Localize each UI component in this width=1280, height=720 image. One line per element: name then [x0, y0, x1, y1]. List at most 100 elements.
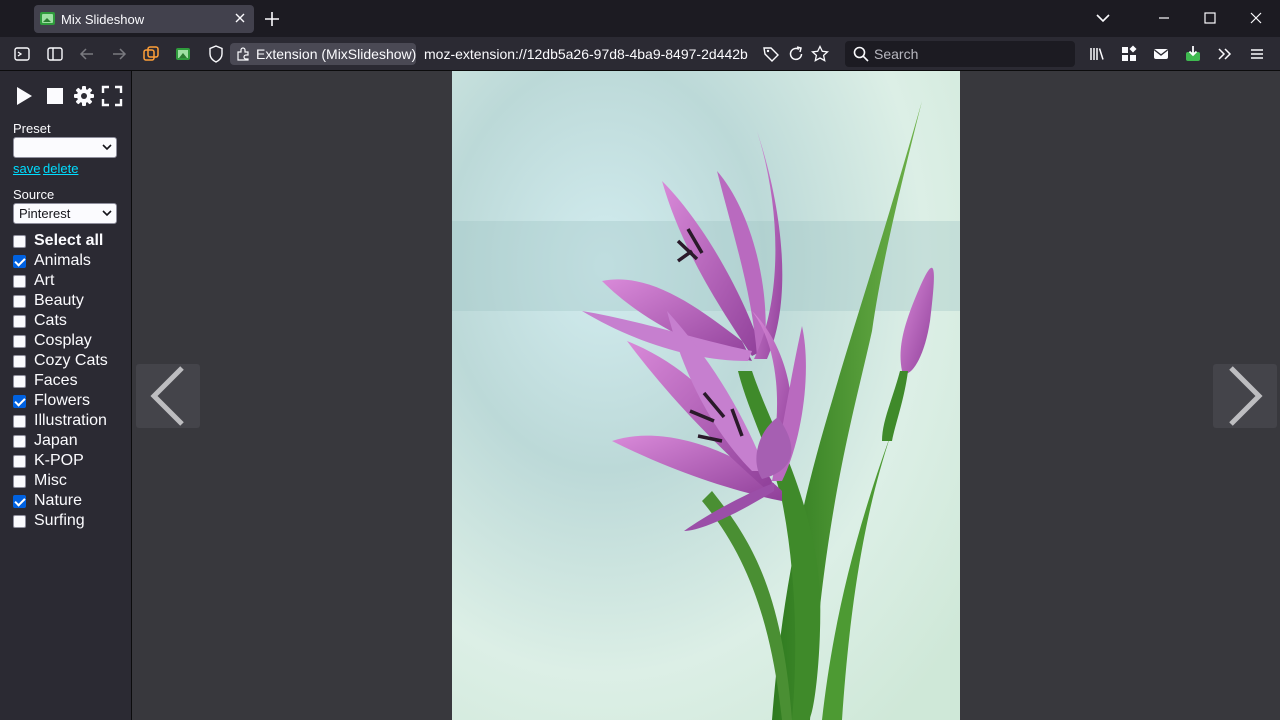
source-select[interactable]: Pinterest	[13, 203, 117, 224]
search-box[interactable]: Search	[845, 41, 1075, 67]
tab-strip: Mix Slideshow	[0, 0, 1280, 37]
category-row[interactable]: Beauty	[13, 291, 131, 311]
slideshow-extension-icon[interactable]	[173, 44, 193, 64]
bookmark-star-icon[interactable]	[810, 44, 830, 64]
new-tab-icon[interactable]	[262, 9, 282, 29]
category-label: Cozy Cats	[34, 352, 108, 369]
chevron-left-icon	[150, 366, 184, 426]
stop-icon[interactable]	[44, 85, 66, 107]
category-row[interactable]: Faces	[13, 371, 131, 391]
preset-label: Preset	[13, 121, 51, 136]
category-checkbox[interactable]	[13, 374, 26, 388]
chevron-down-icon	[102, 144, 112, 151]
source-label: Source	[13, 187, 55, 202]
category-checkbox[interactable]	[13, 354, 26, 368]
category-label: Nature	[34, 492, 83, 509]
tab-mix-slideshow[interactable]: Mix Slideshow	[34, 5, 254, 33]
tag-icon[interactable]	[761, 44, 781, 64]
play-icon[interactable]	[13, 85, 35, 107]
category-label: Beauty	[34, 292, 84, 309]
slideshow-icon	[40, 12, 55, 25]
category-label: Misc	[34, 472, 67, 489]
maximize-icon[interactable]	[1200, 8, 1220, 28]
flower-image	[452, 71, 960, 720]
category-checkbox[interactable]	[13, 394, 26, 408]
category-checkbox[interactable]	[13, 294, 26, 308]
chevron-right-icon	[1229, 366, 1263, 426]
category-label: Cats	[34, 312, 67, 329]
category-checkbox[interactable]	[13, 274, 26, 288]
forward-icon[interactable]	[109, 44, 129, 64]
reader-panel-icon[interactable]	[45, 44, 65, 64]
category-row[interactable]: Illustration	[13, 411, 131, 431]
close-window-icon[interactable]	[1246, 8, 1266, 28]
gear-icon[interactable]	[73, 85, 95, 107]
chevron-down-icon[interactable]	[1093, 8, 1113, 28]
tab-title: Mix Slideshow	[61, 12, 145, 27]
overflow-chevrons-icon[interactable]	[1215, 44, 1235, 64]
category-checkbox[interactable]	[13, 414, 26, 428]
minimize-icon[interactable]	[1154, 8, 1174, 28]
category-row[interactable]: Art	[13, 271, 131, 291]
back-icon[interactable]	[77, 44, 97, 64]
category-row[interactable]: Cosplay	[13, 331, 131, 351]
category-row[interactable]: Surfing	[13, 511, 131, 531]
category-row[interactable]: Flowers	[13, 391, 131, 411]
hamburger-menu-icon[interactable]	[1247, 44, 1267, 64]
category-label: Illustration	[34, 412, 107, 429]
extensions-grid-icon[interactable]	[1119, 44, 1139, 64]
category-label: Faces	[34, 372, 78, 389]
close-icon[interactable]	[232, 10, 248, 26]
category-row[interactable]: Misc	[13, 471, 131, 491]
previous-slide-button[interactable]	[136, 364, 200, 428]
chevron-down-icon	[102, 210, 112, 217]
category-row[interactable]: Japan	[13, 431, 131, 451]
category-row[interactable]: Animals	[13, 251, 131, 271]
category-label: Surfing	[34, 512, 85, 529]
category-label: Cosplay	[34, 332, 92, 349]
category-checkbox[interactable]	[13, 454, 26, 468]
select-all-label: Select all	[34, 232, 104, 249]
category-checkbox[interactable]	[13, 434, 26, 448]
category-row[interactable]: Nature	[13, 491, 131, 511]
select-all-checkbox[interactable]	[13, 234, 26, 248]
url-text[interactable]: moz-extension://12db5a26-97d8-4ba9-8497-…	[424, 46, 756, 62]
sidebar-toggle-icon[interactable]	[12, 44, 32, 64]
category-checkbox[interactable]	[13, 314, 26, 328]
category-row[interactable]: Cats	[13, 311, 131, 331]
search-placeholder: Search	[874, 46, 919, 62]
download-extension-icon[interactable]	[1183, 44, 1203, 64]
shield-icon[interactable]	[206, 44, 226, 64]
category-row[interactable]: K-POP	[13, 451, 131, 471]
category-label: Art	[34, 272, 55, 289]
slideshow-sidebar: Preset save delete Source Pinterest Sele…	[0, 71, 132, 720]
playback-controls	[13, 85, 123, 107]
category-label: Flowers	[34, 392, 91, 409]
category-checkbox[interactable]	[13, 254, 26, 268]
category-list: Select all Animals Art Beauty Cats Cosplay Coz…	[13, 231, 131, 531]
next-slide-button[interactable]	[1213, 364, 1277, 428]
fullscreen-icon[interactable]	[101, 85, 123, 107]
extension-icon	[237, 47, 249, 61]
category-row[interactable]: Cozy Cats	[13, 351, 131, 371]
containers-icon[interactable]	[141, 44, 161, 64]
category-checkbox[interactable]	[13, 514, 26, 528]
category-label: K-POP	[34, 452, 84, 469]
reload-icon[interactable]	[786, 44, 806, 64]
slideshow-stage	[133, 71, 1280, 720]
category-label: Animals	[34, 252, 91, 269]
category-checkbox[interactable]	[13, 474, 26, 488]
delete-preset-link[interactable]: delete	[43, 161, 78, 176]
site-identity-button[interactable]: Extension (MixSlideshow)	[230, 43, 416, 65]
category-label: Japan	[34, 432, 78, 449]
url-bar[interactable]: Extension (MixSlideshow) moz-extension:/…	[202, 41, 838, 67]
mail-icon[interactable]	[1151, 44, 1171, 64]
preset-select[interactable]	[13, 137, 117, 158]
save-preset-link[interactable]: save	[13, 161, 40, 176]
category-checkbox[interactable]	[13, 334, 26, 348]
search-icon	[853, 46, 869, 62]
navigation-toolbar: Extension (MixSlideshow) moz-extension:/…	[0, 37, 1280, 71]
select-all-row[interactable]: Select all	[13, 231, 131, 251]
library-icon[interactable]	[1087, 44, 1107, 64]
category-checkbox[interactable]	[13, 494, 26, 508]
